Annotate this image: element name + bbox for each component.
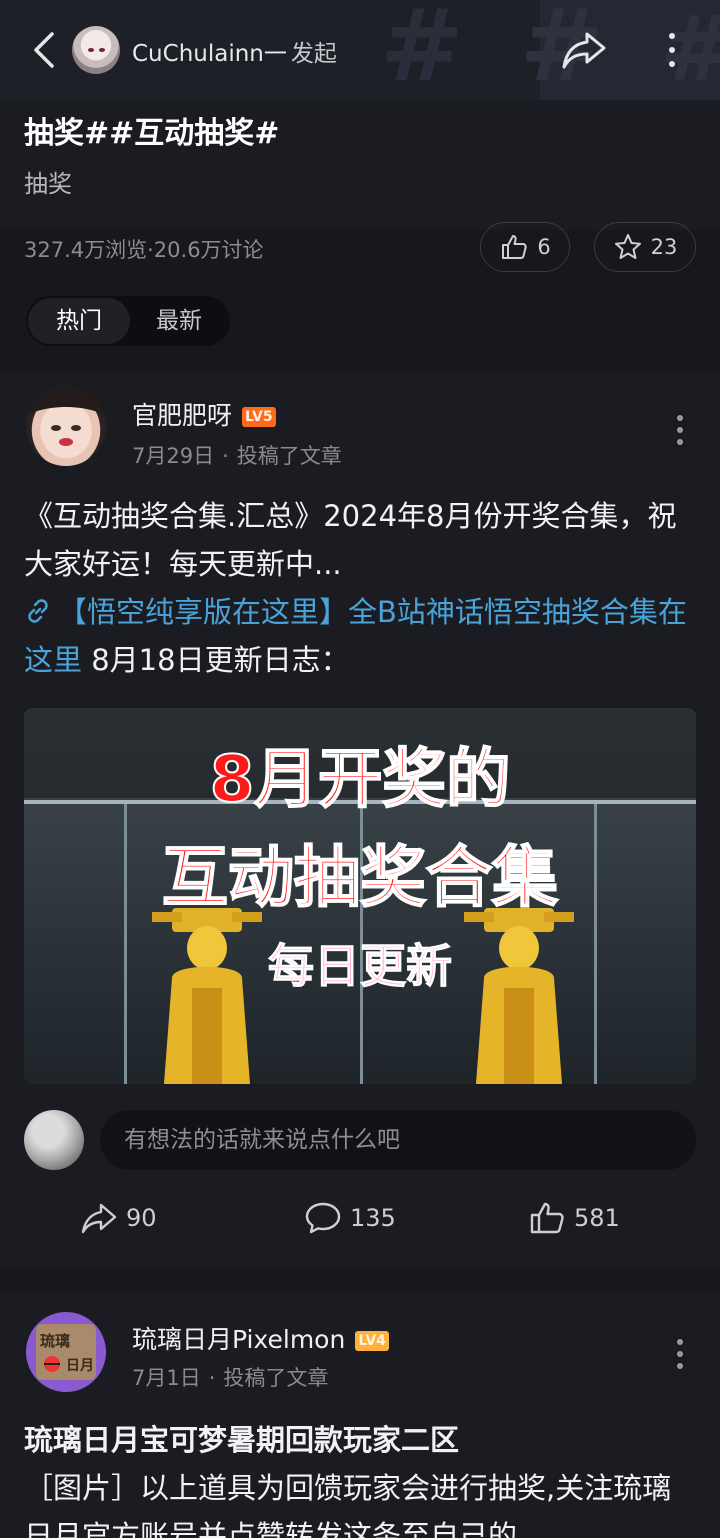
like-count: 581 [574, 1204, 620, 1232]
author-username[interactable]: 官肥肥呀 [132, 401, 232, 430]
topic-subtitle: 抽奖 [24, 170, 72, 198]
more-vertical-icon[interactable] [660, 28, 684, 72]
author-avatar[interactable]: 琉璃 日月 [26, 1312, 106, 1392]
level-badge: LV5 [242, 407, 276, 427]
top-bar: # # # CuChulainn一发起 [0, 0, 720, 100]
post-action: 投稿了文章 [223, 1366, 329, 1390]
star-icon [614, 234, 641, 259]
initiator-name[interactable]: CuChulainn一 发起 [132, 34, 337, 68]
topic-stats: 327.4万浏览·20.6万讨论 [24, 238, 264, 262]
svg-text:#: # [380, 0, 464, 100]
post-text-after-link: 8月18日更新日志： [82, 643, 350, 677]
pixelmon-logo: 琉璃 日月 [36, 1324, 96, 1380]
topic-title: 抽奖##互动抽奖# [24, 116, 280, 151]
post-meta: 7月29日 · 投稿了文章 [132, 440, 342, 470]
author-username[interactable]: 琉璃日月Pixelmon [132, 1325, 345, 1354]
level-badge: LV4 [355, 1331, 389, 1351]
post-meta: 7月1日 · 投稿了文章 [132, 1362, 328, 1392]
tab-hot[interactable]: 热门 [28, 298, 130, 344]
sort-tabs: 热门 最新 [26, 296, 230, 346]
post-card: 官肥肥呀 LV5 7月29日 · 投稿了文章 《互动抽奖合集.汇总》2024年8月份开… [0, 372, 720, 1266]
post-text[interactable]: ［图片］以上道具为回馈玩家会进行抽奖,关注琉璃日月官方账号并点赞转发这条至自己的 [24, 1464, 700, 1538]
share-count: 90 [126, 1204, 157, 1232]
post-image[interactable]: 8月开奖的 互动抽奖合集 每日更新 [24, 708, 696, 1084]
post-title[interactable]: 琉璃日月宝可梦暑期回款玩家二区 [24, 1416, 700, 1464]
meta-separator: · [222, 444, 229, 468]
topic-like-button[interactable]: 6 [480, 222, 570, 272]
post-content[interactable]: 《互动抽奖合集.汇总》2024年8月份开奖合集，祝大家好运！每天更新中... 【… [24, 492, 700, 684]
svg-text:琉璃: 琉璃 [40, 1332, 70, 1350]
comment-icon [305, 1202, 341, 1234]
topic-like-count: 6 [537, 235, 551, 259]
initiator-suffix: 发起 [290, 41, 337, 67]
meta-separator: · [208, 1366, 216, 1390]
initiator-username[interactable]: CuChulainn一 [132, 41, 287, 67]
more-vertical-icon[interactable] [670, 1334, 690, 1374]
current-user-avatar [24, 1110, 84, 1170]
comment-button[interactable]: 135 [304, 1198, 396, 1238]
topic-favorite-count: 23 [650, 235, 678, 259]
share-button[interactable]: 90 [80, 1198, 157, 1238]
tab-newest[interactable]: 最新 [130, 296, 228, 346]
thumb-up-icon [530, 1202, 564, 1234]
share-icon[interactable] [560, 26, 608, 74]
image-caption-line2: 互动抽奖合集 [161, 838, 559, 917]
topic-favorite-button[interactable]: 23 [594, 222, 696, 272]
thumb-up-icon [502, 235, 527, 259]
image-caption-line1: 8月开奖的 [209, 742, 512, 818]
share-icon [81, 1203, 117, 1234]
post-text: 《互动抽奖合集.汇总》2024年8月份开奖合集，祝大家好运！每天更新中... [24, 499, 677, 581]
more-vertical-icon[interactable] [670, 410, 690, 450]
initiator-avatar[interactable] [72, 26, 120, 74]
author-avatar[interactable] [26, 386, 106, 466]
author-name[interactable]: 琉璃日月Pixelmon LV4 [132, 1320, 389, 1356]
like-button[interactable]: 581 [528, 1198, 620, 1238]
comment-input[interactable]: 有想法的话就来说点什么吧 [100, 1110, 696, 1170]
post-action: 投稿了文章 [236, 444, 342, 468]
avatar-face [26, 386, 106, 446]
svg-text:日月: 日月 [66, 1358, 94, 1374]
post-date: 7月29日 [132, 444, 215, 468]
post-date: 7月1日 [132, 1366, 201, 1390]
author-name[interactable]: 官肥肥呀 LV5 [132, 396, 276, 432]
post-card: 琉璃 日月 琉璃日月Pixelmon LV4 7月1日 · 投稿了文章 琉璃日月宝可梦… [0, 1292, 720, 1538]
link-icon [28, 599, 48, 623]
comment-count: 135 [350, 1204, 396, 1232]
image-caption-line3: 每日更新 [268, 939, 453, 994]
back-arrow-icon[interactable] [28, 28, 64, 72]
